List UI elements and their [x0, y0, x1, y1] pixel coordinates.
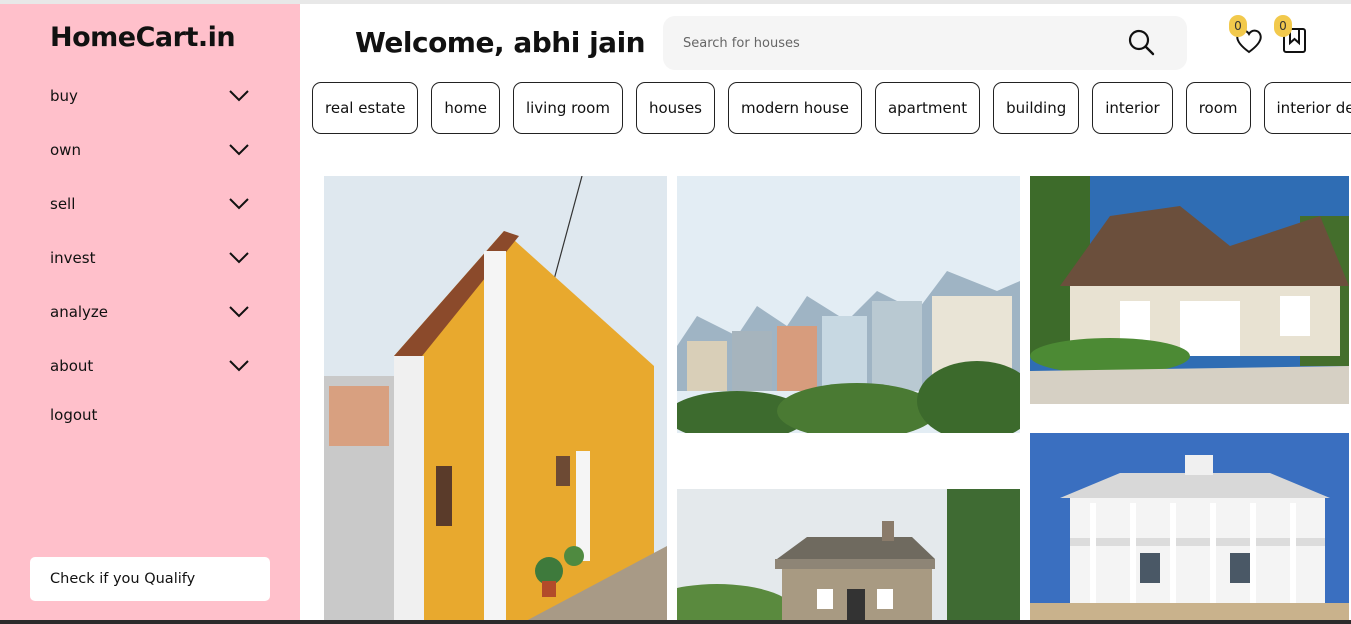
sidebar: HomeCart.in buy own sell invest analyze … — [0, 4, 300, 620]
photo-white-mansion[interactable] — [1030, 433, 1349, 622]
sidebar-item-label: invest — [50, 249, 96, 267]
chevron-down-icon[interactable] — [228, 197, 250, 211]
chevron-down-icon[interactable] — [228, 251, 250, 265]
tag-real-estate[interactable]: real estate — [312, 82, 419, 134]
chevron-down-icon[interactable] — [228, 143, 250, 157]
sidebar-item-label: analyze — [50, 303, 109, 321]
sidebar-item-invest[interactable]: invest — [50, 243, 250, 273]
brand-logo[interactable]: HomeCart.in — [50, 22, 236, 53]
tag-living-room[interactable]: living room — [512, 82, 623, 134]
tag-interior[interactable]: interior — [1092, 82, 1173, 134]
tag-room[interactable]: room — [1185, 82, 1251, 134]
sidebar-item-logout[interactable]: logout — [50, 400, 250, 430]
tag-houses[interactable]: houses — [635, 82, 715, 134]
welcome-heading: Welcome, abhi jain — [355, 26, 646, 59]
chevron-down-icon[interactable] — [228, 305, 250, 319]
tag-home[interactable]: home — [431, 82, 500, 134]
bottom-border — [0, 620, 1351, 624]
wishlist-count-badge: 0 — [1229, 15, 1247, 37]
sidebar-item-about[interactable]: about — [50, 351, 250, 381]
logout-link[interactable]: logout — [50, 406, 97, 424]
category-tags: real estate home living room houses mode… — [312, 82, 1351, 134]
sidebar-item-label: buy — [50, 87, 78, 105]
sidebar-item-label: about — [50, 357, 94, 375]
photo-victorian-row-houses[interactable] — [677, 176, 1020, 433]
sidebar-item-own[interactable]: own — [50, 135, 250, 165]
sidebar-item-label: own — [50, 141, 81, 159]
photo-log-cabin[interactable] — [677, 489, 1020, 622]
search-bar — [663, 16, 1187, 70]
photo-yellow-house[interactable] — [324, 176, 667, 622]
chevron-down-icon[interactable] — [228, 89, 250, 103]
sidebar-item-label: sell — [50, 195, 76, 213]
tag-interior-design[interactable]: interior design — [1263, 82, 1351, 134]
tag-building[interactable]: building — [993, 82, 1080, 134]
search-input[interactable] — [683, 33, 1103, 53]
chevron-down-icon[interactable] — [228, 359, 250, 373]
check-qualify-button[interactable]: Check if you Qualify — [30, 557, 270, 601]
tag-apartment[interactable]: apartment — [874, 82, 981, 134]
saved-count-badge: 0 — [1274, 15, 1292, 37]
photo-brown-roof-house[interactable] — [1030, 176, 1349, 404]
sidebar-item-sell[interactable]: sell — [50, 189, 250, 219]
search-icon[interactable] — [1126, 27, 1158, 59]
sidebar-item-analyze[interactable]: analyze — [50, 297, 250, 327]
tag-modern-house[interactable]: modern house — [728, 82, 862, 134]
sidebar-item-buy[interactable]: buy — [50, 81, 250, 111]
